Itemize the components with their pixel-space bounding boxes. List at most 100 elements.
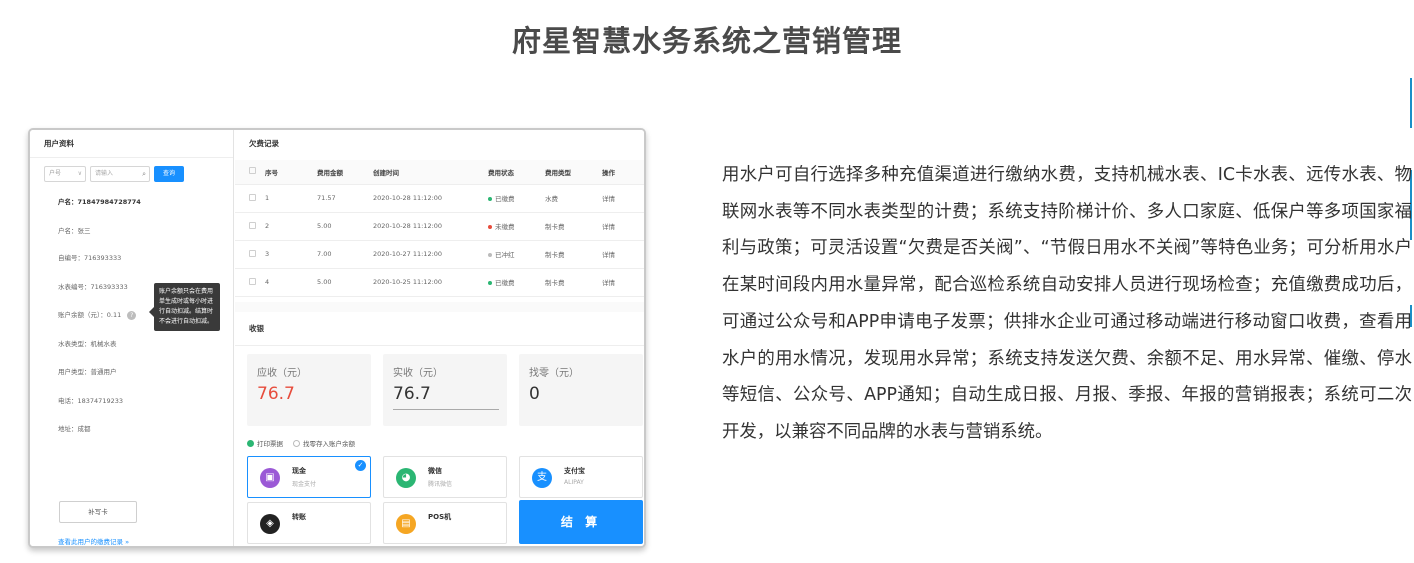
wechat-icon: ◕ [396, 468, 416, 488]
settle-button[interactable]: 结 算 [519, 500, 643, 544]
row-select-cell [235, 212, 265, 241]
detail-link[interactable]: 详情 [602, 212, 644, 241]
col-action: 操作 [602, 160, 644, 185]
row-checkbox[interactable] [249, 249, 256, 257]
accent-line-top [1410, 78, 1412, 128]
amount-due-value: 76.7 [257, 384, 295, 404]
search-row: 户号 ∨ 请输入 ⌕ 查询 [44, 166, 184, 182]
pay-method-cash[interactable]: ▣ 现金 现金支付 ✓ [247, 456, 371, 498]
field-self-no: 自编号：716393333 [58, 254, 122, 262]
cell-status: 未缴费 [488, 212, 545, 241]
table-row: 4 5.00 2020-10-25 11:12:00 已缴费 制卡费 详情 [235, 268, 644, 297]
row-checkbox[interactable] [249, 277, 256, 285]
status-text: 未缴费 [495, 223, 515, 231]
status-text: 已缴费 [495, 279, 515, 287]
row-checkbox[interactable] [249, 193, 256, 201]
cell-created: 2020-10-27 11:12:00 [373, 240, 488, 269]
pos-icon: ▤ [396, 514, 416, 534]
right-panel: 欠费记录 序号 费用金额 创建时间 费用状态 费用类型 操作 1 71.57 2… [235, 130, 644, 546]
search-placeholder: 请输入 [95, 170, 114, 177]
table-row: 3 7.00 2020-10-27 11:12:00 已冲红 制卡费 详情 [235, 240, 644, 269]
wallet-icon: ▣ [260, 468, 280, 488]
cell-no: 1 [265, 184, 317, 213]
cell-type: 水费 [545, 184, 602, 213]
field-user-type: 用户类型：普通用户 [58, 368, 117, 376]
user-profile-panel: 用户资料 户号 ∨ 请输入 ⌕ 查询 户名：71847984728774 户名：… [30, 130, 234, 546]
cell-no: 3 [265, 240, 317, 269]
cell-type: 制卡费 [545, 240, 602, 269]
pay-method-name: POS机 [428, 513, 452, 521]
search-input[interactable]: 请输入 ⌕ [90, 166, 150, 182]
cell-amount: 7.00 [317, 240, 373, 269]
pay-method-transfer[interactable]: ◈ 转账 [247, 502, 371, 544]
status-text: 已缴费 [495, 195, 515, 203]
reissue-card-button[interactable]: 补写卡 [59, 501, 137, 523]
status-dot [488, 225, 492, 229]
pay-method-name: 转账 [292, 513, 306, 521]
pay-method-sub: 现金支付 [292, 481, 317, 488]
pay-method-name: 现金 [292, 467, 306, 475]
search-type-select[interactable]: 户号 ∨ [44, 166, 86, 182]
col-type: 费用类型 [545, 160, 602, 185]
row-select-cell [235, 240, 265, 269]
table-row: 2 5.00 2020-10-28 11:12:00 未缴费 制卡费 详情 [235, 212, 644, 241]
pay-method-name: 支付宝 [564, 467, 585, 475]
cell-created: 2020-10-28 11:12:00 [373, 212, 488, 241]
alipay-icon: 支 [532, 468, 552, 488]
arrears-title: 欠费记录 [249, 139, 279, 148]
pay-method-pos[interactable]: ▤ POS机 [383, 502, 507, 544]
row-select-cell [235, 184, 265, 213]
print-receipt-label: 打印票据 [257, 440, 283, 448]
description-text: 用水户可自行选择多种充值渠道进行缴纳水费，支持机械水表、IC卡水表、远传水表、物… [722, 165, 1412, 442]
field-balance-text: 账户余额（元）：0.11 [58, 311, 122, 319]
amount-due-label: 应收（元） [257, 368, 307, 379]
amount-due-box: 应收（元） 76.7 [247, 354, 371, 426]
print-receipt-radio[interactable] [247, 439, 254, 447]
field-meter-type: 水表类型：机械水表 [58, 340, 117, 348]
status-dot [488, 253, 492, 257]
field-balance: 账户余额（元）：0.11? [58, 309, 137, 320]
col-created: 创建时间 [373, 160, 488, 185]
cell-type: 制卡费 [545, 212, 602, 241]
row-select-cell [235, 268, 265, 297]
deposit-change-label: 找零存入账户余额 [303, 440, 355, 448]
detail-link[interactable]: 详情 [602, 268, 644, 297]
field-name: 户名：张三 [58, 227, 91, 235]
cell-amount: 5.00 [317, 268, 373, 297]
pay-method-sub: ALIPAY [564, 479, 584, 486]
row-checkbox[interactable] [249, 221, 256, 229]
amount-received-input[interactable]: 76.7 [393, 384, 431, 404]
amount-received-box: 实收（元） 76.7 [383, 354, 507, 426]
cell-type: 制卡费 [545, 268, 602, 297]
cell-status: 已冲红 [488, 240, 545, 269]
cashier-options: 打印票据 找零存入账户余额 [247, 438, 355, 448]
marketing-mockup: 用户资料 户号 ∨ 请输入 ⌕ 查询 户名：71847984728774 户名：… [28, 128, 646, 548]
field-meter-no: 水表编号：716393333 [58, 283, 128, 291]
field-address: 地址：成都 [58, 425, 91, 433]
check-icon: ✓ [355, 460, 366, 471]
search-icon: ⌕ [142, 170, 146, 178]
payment-records-link[interactable]: 查看此用户的缴费记录 » [58, 536, 129, 546]
cell-status: 已缴费 [488, 268, 545, 297]
select-all-cell [235, 160, 265, 185]
change-value: 0 [529, 384, 540, 404]
col-no: 序号 [265, 160, 317, 185]
field-account-no: 户名：71847984728774 [58, 198, 141, 206]
status-dot [488, 281, 492, 285]
query-button[interactable]: 查询 [154, 166, 184, 182]
select-all-checkbox[interactable] [249, 167, 256, 175]
cell-amount: 71.57 [317, 184, 373, 213]
detail-link[interactable]: 详情 [602, 184, 644, 213]
change-box: 找零（元） 0 [519, 354, 643, 426]
cell-created: 2020-10-28 11:12:00 [373, 184, 488, 213]
amount-received-underline [393, 409, 499, 410]
help-icon[interactable]: ? [127, 310, 137, 320]
page-title: 府星智慧水务系统之营销管理 [511, 24, 902, 58]
cell-status: 已缴费 [488, 184, 545, 213]
detail-link[interactable]: 详情 [602, 240, 644, 269]
pay-method-alipay[interactable]: 支 支付宝 ALIPAY [519, 456, 643, 498]
status-dot [488, 197, 492, 201]
pay-method-wechat[interactable]: ◕ 微信 腾讯微信 [383, 456, 507, 498]
deposit-change-radio[interactable] [293, 439, 300, 447]
table-row: 1 71.57 2020-10-28 11:12:00 已缴费 水费 详情 [235, 184, 644, 213]
